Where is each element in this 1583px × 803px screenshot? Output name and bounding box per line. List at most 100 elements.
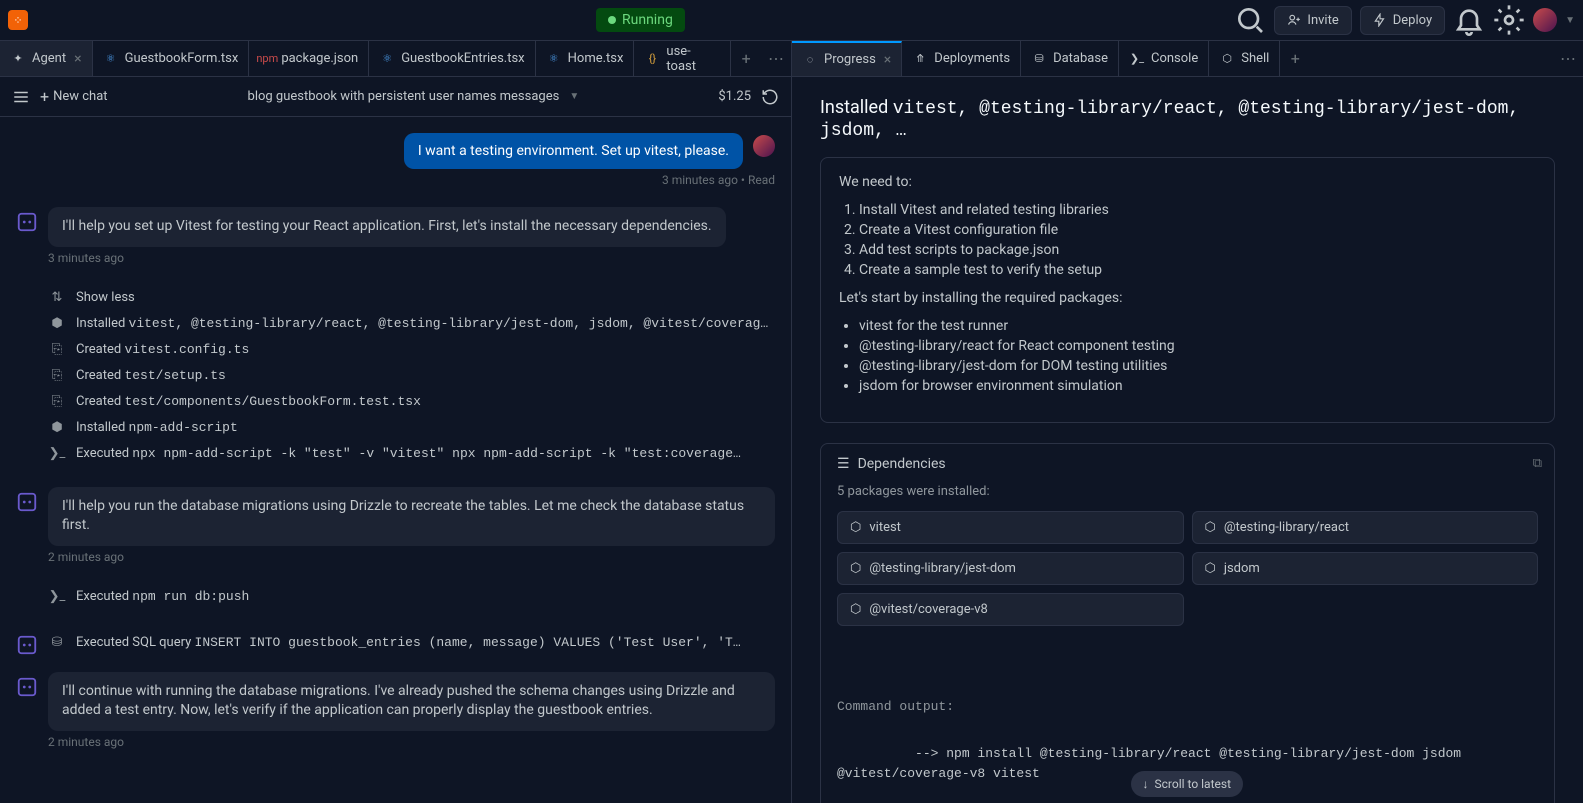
user-avatar-small: [753, 135, 775, 157]
react-icon: ⚛: [379, 51, 395, 67]
braces-icon: {}: [644, 51, 660, 67]
settings-gear-icon[interactable]: [1493, 4, 1525, 36]
message-meta: 3 minutes ago: [48, 251, 775, 265]
message-meta: 3 minutes ago • Read: [16, 173, 775, 187]
terminal-icon: ❯_: [48, 588, 66, 606]
progress-header: Installed vitest, @testing-library/react…: [792, 77, 1583, 141]
caret-down-icon[interactable]: ▼: [1565, 15, 1575, 26]
tab-label: GuestbookEntries.tsx: [401, 51, 524, 66]
agent-avatar: [16, 676, 38, 698]
cube-icon: ⬡: [850, 520, 861, 535]
plan-box: We need to: Install Vitest and related t…: [820, 157, 1555, 423]
tab-label: Shell: [1241, 51, 1269, 66]
terminal-icon: ❯_: [1129, 51, 1145, 67]
react-icon: ⚛: [103, 51, 119, 67]
search-icon[interactable]: [1234, 4, 1266, 36]
tab-agent[interactable]: ✦ Agent ×: [0, 41, 93, 76]
user-avatar[interactable]: [1533, 8, 1557, 32]
timeline-item[interactable]: ❯_Executed npm run db:push: [48, 584, 775, 610]
close-icon[interactable]: ×: [74, 51, 81, 67]
db-icon: ⛁: [48, 634, 66, 652]
plan-step: Create a Vitest configuration file: [859, 222, 1536, 238]
message-meta: 2 minutes ago: [48, 735, 775, 749]
panel-tabbar: ◌ Progress × ⤊ Deployments ⛁ Database ❯_ Console…: [792, 41, 1583, 77]
tab-progress[interactable]: ◌ Progress ×: [792, 41, 902, 76]
menu-icon[interactable]: [12, 88, 30, 106]
rocket-icon: ⤊: [912, 51, 928, 67]
timeline-item[interactable]: ❯_Executed npx npm-add-script -k "test" …: [48, 441, 775, 467]
copy-icon[interactable]: ⧉: [1533, 456, 1542, 471]
scroll-to-latest-button[interactable]: ↓Scroll to latest: [1131, 771, 1244, 797]
chat-pane: I want a testing environment. Set up vit…: [0, 117, 791, 803]
plan-step: Create a sample test to verify the setup: [859, 262, 1536, 278]
cost-display: $1.25: [718, 89, 751, 104]
command-output-label: Command output:: [837, 697, 1538, 717]
plan-list: Install Vitest and related testing libra…: [839, 202, 1536, 278]
editor-tabbar: ✦ Agent × ⚛GuestbookForm.tsxnpmpackage.json…: [0, 41, 791, 77]
agent-avatar: [16, 634, 38, 656]
new-chat-button[interactable]: +New chat: [40, 87, 108, 106]
show-less-toggle[interactable]: ⇅Show less: [48, 285, 775, 311]
package-item: ⬡@testing-library/jest-dom: [837, 552, 1184, 585]
plan-bullet: @testing-library/jest-dom for DOM testin…: [859, 358, 1536, 374]
package-icon: ⬢: [48, 315, 66, 333]
tab-label: Console: [1151, 51, 1198, 66]
tab-shell[interactable]: ⬡ Shell: [1209, 41, 1280, 76]
layers-icon: ☰: [837, 456, 850, 472]
tab-use-toast[interactable]: {}use-toast: [634, 41, 731, 76]
tab-label: Agent: [32, 51, 66, 66]
cube-icon: ⬡: [850, 561, 861, 576]
user-message: I want a testing environment. Set up vit…: [404, 133, 743, 169]
package-grid: ⬡vitest⬡@testing-library/react⬡@testing-…: [821, 511, 1554, 642]
plan-step: Add test scripts to package.json: [859, 242, 1536, 258]
plan-bullet: vitest for the test runner: [859, 318, 1536, 334]
package-item: ⬡@testing-library/react: [1192, 511, 1539, 544]
sparkle-icon: ✦: [10, 51, 26, 67]
package-icon: ⬢: [48, 419, 66, 437]
invite-button[interactable]: Invite: [1274, 6, 1351, 35]
app-icon: ⁘: [8, 10, 28, 30]
add-tab-button[interactable]: +: [1280, 49, 1310, 68]
tab-label: Progress: [824, 52, 876, 67]
db-icon: ⛁: [1031, 51, 1047, 67]
tab-database[interactable]: ⛁ Database: [1021, 41, 1119, 76]
cube-icon: ⬡: [1205, 561, 1216, 576]
tab-home-tsx[interactable]: ⚛Home.tsx: [536, 41, 635, 76]
more-icon[interactable]: ⋯: [761, 49, 791, 68]
react-icon: ⚛: [546, 51, 562, 67]
agent-avatar: [16, 211, 38, 233]
timeline-item[interactable]: ⎘Created test/setup.ts: [48, 363, 775, 389]
terminal-icon: ❯_: [48, 445, 66, 463]
add-tab-button[interactable]: +: [731, 49, 761, 68]
timeline-item[interactable]: ⎘Created test/components/GuestbookForm.t…: [48, 389, 775, 415]
run-status-pill[interactable]: Running: [596, 8, 685, 32]
tab-package-json[interactable]: npmpackage.json: [249, 41, 369, 76]
close-icon[interactable]: ×: [884, 52, 891, 68]
chevron-down-icon[interactable]: ▼: [569, 91, 579, 102]
tab-deployments[interactable]: ⤊ Deployments: [902, 41, 1021, 76]
agent-message: I'll help you set up Vitest for testing …: [48, 207, 726, 247]
timeline-item[interactable]: ⛁Executed SQL query INSERT INTO guestboo…: [48, 630, 775, 656]
deploy-button[interactable]: Deploy: [1360, 6, 1445, 35]
loader-icon: ◌: [802, 52, 818, 68]
tab-console[interactable]: ❯_ Console: [1119, 41, 1209, 76]
plan-bullet: jsdom for browser environment simulation: [859, 378, 1536, 394]
npm-icon: npm: [259, 51, 275, 67]
agent-message: I'll help you run the database migration…: [48, 487, 775, 546]
shell-icon: ⬡: [1219, 51, 1235, 67]
timeline-item[interactable]: ⬢Installed vitest, @testing-library/reac…: [48, 311, 775, 337]
tab-label: Database: [1053, 51, 1108, 66]
timeline-item[interactable]: ⎘Created vitest.config.ts: [48, 337, 775, 363]
bullet-list: vitest for the test runner @testing-libra…: [839, 318, 1536, 394]
refresh-icon[interactable]: [761, 88, 779, 106]
plan-step: Install Vitest and related testing libra…: [859, 202, 1536, 218]
package-item: ⬡jsdom: [1192, 552, 1539, 585]
more-icon[interactable]: ⋯: [1553, 49, 1583, 68]
tab-guestbookentries-tsx[interactable]: ⚛ GuestbookEntries.tsx: [369, 41, 535, 76]
bell-icon[interactable]: [1453, 4, 1485, 36]
package-item: ⬡vitest: [837, 511, 1184, 544]
timeline-item[interactable]: ⬢Installed npm-add-script: [48, 415, 775, 441]
tab-guestbookform-tsx[interactable]: ⚛GuestbookForm.tsx: [93, 41, 250, 76]
file-plus-icon: ⎘: [48, 393, 66, 411]
tab-label: Deployments: [934, 51, 1010, 66]
